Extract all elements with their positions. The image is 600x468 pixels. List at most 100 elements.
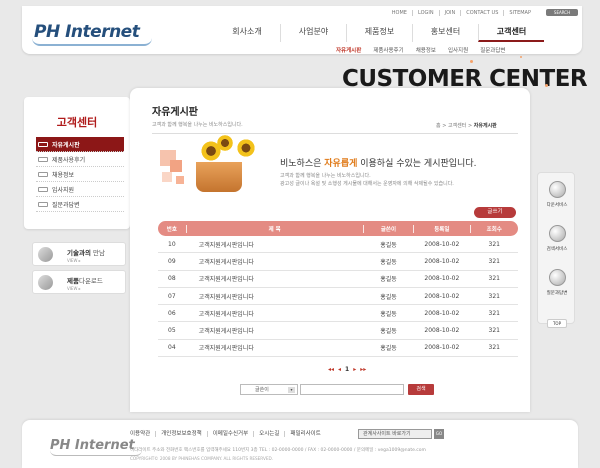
quick-qna[interactable]: 질문과답변	[538, 269, 576, 296]
intro-title-post: 이용하실 수있는 게시판입니다.	[357, 159, 477, 169]
sidebar-item-free-board[interactable]: 자유게시판	[36, 137, 124, 152]
site-logo[interactable]: PH Internet	[32, 22, 152, 46]
footer-terms-link[interactable]: 이용약관	[130, 431, 155, 437]
download-icon	[548, 181, 566, 198]
col-separator	[470, 309, 471, 317]
cell-writer: 홍길동	[380, 258, 397, 266]
family-go-button[interactable]: GO	[434, 429, 444, 439]
breadcrumb-section[interactable]: 고객센터	[448, 123, 466, 129]
col-separator	[363, 275, 364, 283]
nav-business[interactable]: 사업분야	[280, 24, 346, 42]
nav-pr[interactable]: 홍보센터	[412, 24, 478, 42]
main-nav: 회사소개 사업분야 제품정보 홍보센터 고객센터	[214, 24, 544, 42]
chevron-down-icon: ▾	[288, 387, 295, 393]
col-separator	[470, 344, 471, 352]
nav-products[interactable]: 제품정보	[346, 24, 412, 42]
util-sitemap-link[interactable]: SITEMAP	[503, 9, 536, 16]
col-separator	[363, 344, 364, 352]
table-row[interactable]: 07 고객지원게시판입니다 홍길동 2008-10-02 321	[158, 288, 518, 306]
write-button[interactable]: 글쓰기	[474, 207, 516, 218]
intro-title-emphasis: 자유롭게	[324, 159, 358, 169]
subnav-free-board[interactable]: 자유게시판	[330, 46, 367, 54]
col-separator	[413, 292, 414, 300]
col-date: 등록일	[434, 226, 450, 233]
table-row[interactable]: 10 고객지원게시판입니다 홍길동 2008-10-02 321	[158, 236, 518, 254]
table-row[interactable]: 04 고객지원게시판입니다 홍길동 2008-10-02 321	[158, 340, 518, 358]
col-separator	[470, 240, 471, 248]
subnav-reviews[interactable]: 제품사용후기	[367, 46, 409, 54]
util-home-link[interactable]: HOME	[387, 10, 412, 16]
family-site-select[interactable]: 관계사사이트 바로가기	[358, 429, 432, 439]
col-no: 번호	[166, 226, 177, 233]
table-row[interactable]: 08 고객지원게시판입니다 홍길동 2008-10-02 321	[158, 271, 518, 288]
sidebar-title: 고객센터	[56, 116, 98, 129]
sidebar-item-qna[interactable]: 질문과답변	[36, 197, 124, 212]
util-login-link[interactable]: LOGIN	[411, 9, 439, 16]
sidebar-item-label: 질문과답변	[52, 201, 80, 209]
table-row[interactable]: 05 고객지원게시판입니다 홍길동 2008-10-02 321	[158, 322, 518, 340]
pager-next[interactable]: ▸	[353, 366, 356, 373]
footer-family-link[interactable]: 패밀리사이트	[284, 431, 325, 437]
search-field-select[interactable]: 글쓴이 ▾	[240, 384, 298, 395]
cell-title[interactable]: 고객지원게시판입니다	[187, 274, 363, 283]
search-button[interactable]: 검색	[408, 384, 434, 395]
cell-title[interactable]: 고객지원게시판입니다	[187, 326, 363, 335]
util-contact-link[interactable]: CONTACT US	[460, 9, 503, 16]
cell-title[interactable]: 고객지원게시판입니다	[187, 343, 363, 352]
top-button[interactable]: TOP	[547, 319, 567, 328]
pager-current[interactable]: 1	[345, 366, 349, 373]
side-banner-download[interactable]: 제품다운로드 VIEW ▸	[32, 270, 126, 294]
cell-title[interactable]: 고객지원게시판입니다	[187, 292, 363, 301]
col-separator	[470, 292, 471, 300]
nav-company[interactable]: 회사소개	[214, 24, 280, 42]
col-writer: 글쓴이	[380, 226, 397, 233]
nav-customer-center[interactable]: 고객센터	[478, 24, 544, 42]
sidebar-item-apply[interactable]: 입사지원	[36, 182, 124, 197]
col-separator	[413, 344, 414, 352]
table-body: 10 고객지원게시판입니다 홍길동 2008-10-02 321 09 고객지원게시판입니다…	[158, 236, 518, 358]
footer-directions-link[interactable]: 오시는길	[253, 431, 284, 437]
col-separator	[470, 275, 471, 283]
search-input[interactable]	[300, 384, 404, 395]
subnav-apply[interactable]: 입사지원	[442, 46, 474, 54]
cell-date: 2008-10-02	[424, 275, 460, 283]
pager-last[interactable]: ▸▸	[360, 366, 366, 373]
util-join-link[interactable]: JOIN	[438, 9, 461, 16]
cell-date: 2008-10-02	[424, 344, 460, 352]
col-separator	[362, 224, 364, 233]
cell-no: 06	[168, 309, 176, 317]
quick-download[interactable]: 다운서비스	[538, 181, 576, 208]
table-row[interactable]: 09 고객지원게시판입니다 홍길동 2008-10-02 321	[158, 253, 518, 271]
breadcrumb-current: 자유게시판	[473, 123, 497, 129]
sidebar-item-label: 자유게시판	[52, 141, 80, 149]
cell-title[interactable]: 고객지원게시판입니다	[187, 309, 363, 318]
col-separator	[363, 257, 364, 265]
pager-first[interactable]: ◂◂	[328, 366, 334, 373]
col-separator	[186, 327, 187, 335]
util-search-button[interactable]: SEARCH	[546, 9, 578, 16]
side-banner-title-bold: 제품	[67, 277, 79, 285]
col-separator	[186, 309, 187, 317]
bullet-icon	[38, 186, 48, 192]
page-subtitle: 고객과 함께 행복을 나누는 비노하스입니다.	[152, 122, 243, 128]
cell-title[interactable]: 고객지원게시판입니다	[187, 257, 363, 266]
cell-views: 321	[488, 275, 500, 283]
cell-title[interactable]: 고객지원게시판입니다	[187, 240, 363, 249]
cell-writer: 홍길동	[380, 293, 397, 301]
subnav-recruit[interactable]: 채용정보	[410, 46, 442, 54]
bullet-icon	[38, 156, 48, 162]
side-banner-tech[interactable]: 기술과의 만남 VIEW ▸	[32, 242, 126, 266]
quick-search[interactable]: 검색서비스	[538, 225, 576, 252]
sidebar-item-recruit[interactable]: 채용정보	[36, 167, 124, 182]
footer-privacy-link[interactable]: 개인정보보호정책	[155, 431, 206, 437]
sparkle-deco	[545, 84, 548, 87]
square-deco	[170, 160, 182, 172]
pager-prev[interactable]: ◂	[338, 366, 341, 373]
question-icon	[548, 269, 566, 286]
sidebar-item-reviews[interactable]: 제품사용후기	[36, 152, 124, 167]
cell-date: 2008-10-02	[424, 292, 460, 300]
breadcrumb-home[interactable]: 홈	[436, 123, 441, 129]
footer-email-reject-link[interactable]: 이메일수신거부	[206, 431, 253, 437]
subnav-qna[interactable]: 질문과답변	[474, 46, 511, 54]
table-row[interactable]: 06 고객지원게시판입니다 홍길동 2008-10-02 321	[158, 305, 518, 323]
